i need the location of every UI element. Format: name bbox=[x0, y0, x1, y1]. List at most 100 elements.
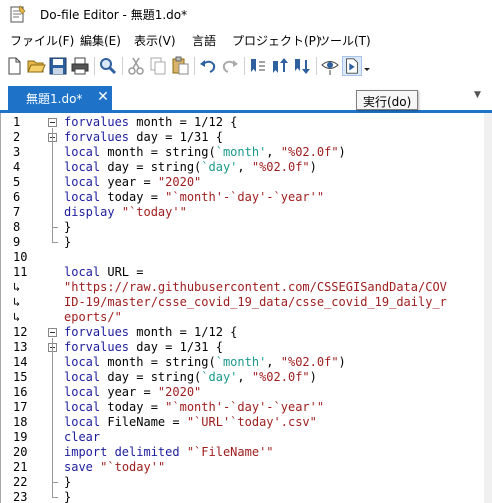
line-number: 2 bbox=[13, 130, 21, 144]
close-icon[interactable]: ✕ bbox=[96, 89, 110, 105]
code-line[interactable]: 21 save "`today'" bbox=[5, 460, 491, 475]
tab-list-dropdown-icon[interactable]: ▼ bbox=[474, 90, 481, 100]
window-title: Do-file Editor - 無題1.do* bbox=[40, 8, 188, 22]
code-text: local month = string(`month', "%02.0f") bbox=[64, 145, 346, 160]
code-token: , bbox=[266, 145, 281, 159]
new-file-icon[interactable] bbox=[4, 56, 24, 76]
code-token: "%02.0f" bbox=[280, 145, 339, 159]
line-number: 13 bbox=[13, 340, 28, 354]
menu-file[interactable]: ファイル(F) bbox=[10, 32, 74, 49]
code-line[interactable]: 7 display "`today'" bbox=[5, 205, 491, 220]
code-token: forvalues bbox=[64, 130, 130, 144]
code-line[interactable]: 13 forvalues day = 1/31 { bbox=[5, 340, 491, 355]
menu-project[interactable]: プロジェクト(P) bbox=[232, 32, 321, 49]
fold-toggle-icon[interactable] bbox=[48, 328, 57, 337]
code-line[interactable]: 3 local month = string(`month', "%02.0f") bbox=[5, 145, 491, 160]
undo-icon[interactable] bbox=[198, 56, 218, 76]
toolbar-separator bbox=[194, 57, 195, 75]
menu-view[interactable]: 表示(V) bbox=[134, 32, 176, 49]
code-line[interactable]: 16 local year = "2020" bbox=[5, 385, 491, 400]
paste-icon[interactable] bbox=[170, 56, 190, 76]
code-line[interactable]: 8} bbox=[5, 220, 491, 235]
code-token: forvalues bbox=[64, 340, 130, 354]
code-line[interactable]: 6 local today = "`month'-`day'-`year'" bbox=[5, 190, 491, 205]
line-number: 23 bbox=[13, 490, 28, 503]
line-number: 1 bbox=[13, 115, 21, 129]
code-line[interactable]: ↳ ID-19/master/csse_covid_19_data/csse_co… bbox=[5, 295, 491, 310]
cut-icon[interactable] bbox=[126, 56, 146, 76]
fold-guide bbox=[52, 353, 53, 482]
code-token: ID-19/master/csse_covid_19_data/csse_cov… bbox=[64, 295, 447, 309]
code-line[interactable]: 22} bbox=[5, 475, 491, 490]
next-bookmark-icon[interactable] bbox=[292, 56, 312, 76]
code-line[interactable]: 5 local year = "2020" bbox=[5, 175, 491, 190]
code-text: } bbox=[64, 490, 71, 503]
code-token: `day' bbox=[201, 370, 238, 384]
toolbar-separator bbox=[316, 57, 317, 75]
execute-icon[interactable] bbox=[342, 56, 362, 76]
copy-icon[interactable] bbox=[148, 56, 168, 76]
line-number: 18 bbox=[13, 415, 28, 429]
previous-bookmark-icon[interactable] bbox=[270, 56, 290, 76]
code-line[interactable]: 14 local month = string(`month', "%02.0f"… bbox=[5, 355, 491, 370]
code-token: local bbox=[64, 370, 101, 384]
code-line[interactable]: 15 local day = string(`day', "%02.0f") bbox=[5, 370, 491, 385]
code-line[interactable]: 17 local today = "`month'-`day'-`year'" bbox=[5, 400, 491, 415]
find-icon[interactable] bbox=[98, 56, 118, 76]
code-token: today = bbox=[100, 190, 166, 204]
menu-tools[interactable]: ツール(T) bbox=[318, 32, 371, 49]
code-token: URL = bbox=[100, 265, 144, 279]
code-token: import delimited bbox=[64, 445, 180, 459]
code-text: } bbox=[64, 475, 71, 490]
tab-untitled1[interactable]: 無題1.do* ✕ bbox=[8, 86, 112, 110]
line-number: 14 bbox=[13, 355, 28, 369]
code-token: "`today'" bbox=[121, 205, 187, 219]
code-text: } bbox=[64, 220, 71, 235]
code-line[interactable]: 23} bbox=[5, 490, 491, 503]
dropdown-arrow-icon[interactable] bbox=[362, 56, 372, 76]
save-icon[interactable] bbox=[48, 56, 68, 76]
code-token: display bbox=[64, 205, 115, 219]
code-token: month = 1/12 { bbox=[129, 115, 238, 129]
menu-edit[interactable]: 編集(E) bbox=[80, 32, 121, 49]
line-number: 6 bbox=[13, 190, 21, 204]
code-line[interactable]: ↳ eports/" bbox=[5, 310, 491, 325]
code-token: today = bbox=[100, 400, 166, 414]
code-token: "`month'-`day'-`year'" bbox=[165, 400, 325, 414]
code-line[interactable]: 9} bbox=[5, 235, 491, 250]
vertical-scrollbar[interactable] bbox=[484, 113, 492, 503]
line-number: 16 bbox=[13, 385, 28, 399]
code-line[interactable]: 11 local URL = bbox=[5, 265, 491, 280]
fold-toggle-icon[interactable] bbox=[48, 118, 57, 127]
line-number: 8 bbox=[13, 220, 21, 234]
code-line[interactable]: ↳ "https://raw.githubusercontent.com/CSSE… bbox=[5, 280, 491, 295]
code-line[interactable]: 10 bbox=[5, 250, 491, 265]
line-number: 12 bbox=[13, 325, 28, 339]
code-text: save "`today'" bbox=[64, 460, 165, 475]
toggle-bookmark-icon[interactable] bbox=[248, 56, 268, 76]
code-line[interactable]: 20 import delimited "`FileName'" bbox=[5, 445, 491, 460]
code-editor[interactable]: 1 forvalues month = 1/12 { 2 forvalues day … bbox=[0, 113, 492, 503]
redo-icon[interactable] bbox=[220, 56, 240, 76]
open-folder-icon[interactable] bbox=[26, 56, 46, 76]
line-number: ↳ bbox=[13, 280, 21, 294]
print-icon[interactable] bbox=[70, 56, 90, 76]
toolbar bbox=[0, 52, 492, 80]
code-token: day = string( bbox=[100, 370, 202, 384]
code-token: } bbox=[64, 490, 72, 503]
menu-language[interactable]: 言語 bbox=[192, 32, 216, 49]
code-line[interactable]: 2 forvalues day = 1/31 { bbox=[5, 130, 491, 145]
code-line[interactable]: 4 local day = string(`day', "%02.0f") bbox=[5, 160, 491, 175]
code-line[interactable]: 1 forvalues month = 1/12 { bbox=[5, 115, 491, 130]
code-text: import delimited "`FileName'" bbox=[64, 445, 274, 460]
code-line[interactable]: 12 forvalues month = 1/12 { bbox=[5, 325, 491, 340]
show-icon[interactable] bbox=[320, 56, 340, 76]
code-token: "2020" bbox=[157, 175, 202, 189]
code-line[interactable]: 19 clear bbox=[5, 430, 491, 445]
line-number: 22 bbox=[13, 475, 28, 489]
code-token: forvalues bbox=[64, 325, 130, 339]
code-token: forvalues bbox=[64, 115, 130, 129]
code-line[interactable]: 18 local FileName = "`URL'`today'.csv" bbox=[5, 415, 491, 430]
code-token: "https://raw.githubusercontent.com/CSSEG… bbox=[64, 280, 447, 294]
code-token: } bbox=[64, 220, 72, 234]
